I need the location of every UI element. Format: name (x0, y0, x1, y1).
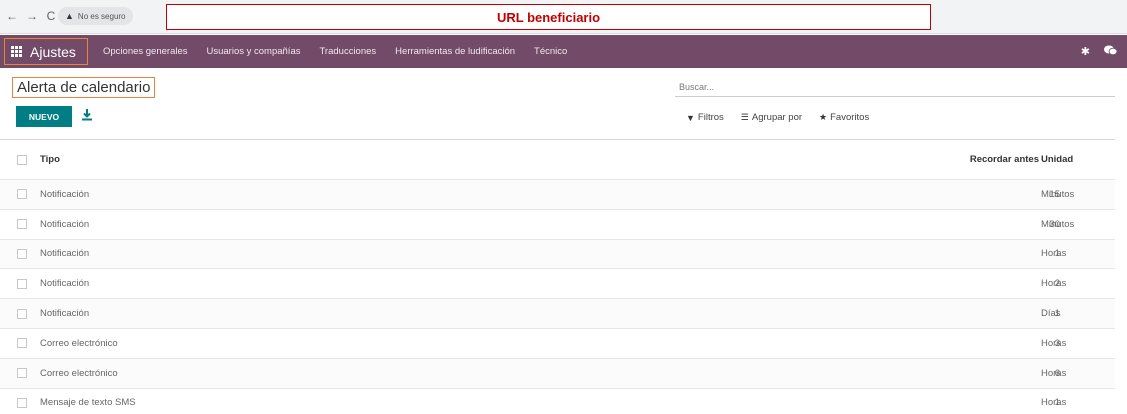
cell-type: Correo electrónico (40, 367, 118, 379)
new-button[interactable]: NUEVO (16, 106, 72, 127)
cell-unit: Horas (1041, 278, 1067, 290)
cell-unit: Minutos (1041, 218, 1075, 230)
table-row[interactable]: Mensaje de texto SMS 1 Horas (0, 387, 1115, 414)
row-checkbox[interactable] (17, 397, 27, 408)
table-row[interactable]: Notificación 1 Días (0, 298, 1115, 328)
top-menu: Opciones generales Usuarios y compañías … (103, 35, 567, 68)
forward-arrow-icon[interactable]: → (26, 9, 38, 23)
security-indicator[interactable]: ▲ No es seguro (58, 7, 133, 25)
menu-item-technical[interactable]: Técnico (534, 46, 567, 57)
cell-type: Notificación (40, 278, 90, 290)
table-row[interactable]: Notificación 15 Minutos (0, 179, 1115, 209)
filters-label: Filtros (697, 112, 724, 123)
search-input[interactable] (675, 77, 1115, 97)
app-switcher[interactable]: Ajustes (4, 38, 88, 65)
cell-unit: Minutos (1041, 188, 1075, 200)
row-checkbox[interactable] (17, 278, 27, 289)
menu-item-users-companies[interactable]: Usuarios y compañías (207, 46, 301, 57)
group-by-toggle[interactable]: ☰ Agrupar por (741, 112, 802, 123)
row-checkbox[interactable] (17, 248, 27, 259)
cell-unit: Horas (1041, 397, 1067, 409)
cell-type: Notificación (40, 218, 90, 230)
select-all-checkbox[interactable] (17, 154, 27, 165)
address-bar[interactable]: URL beneficiario (166, 4, 931, 30)
table-row[interactable]: Notificación 1 Horas (0, 238, 1115, 269)
favorites-toggle[interactable]: ★ Favoritos (819, 112, 869, 123)
url-annotation-label: URL beneficiario (496, 9, 601, 25)
cell-unit: Días (1041, 308, 1061, 320)
back-arrow-icon[interactable]: ← (6, 9, 18, 23)
filters-toggle[interactable]: ▼ Filtros (686, 112, 724, 123)
column-header-unit[interactable]: Unidad (1041, 154, 1073, 165)
navbar-systray: ✱ (1081, 45, 1118, 59)
cell-type: Notificación (40, 188, 90, 200)
menu-item-translations[interactable]: Traducciones (319, 46, 376, 57)
layers-icon: ☰ (740, 112, 749, 122)
row-checkbox[interactable] (17, 219, 27, 230)
main-navbar: Ajustes Opciones generales Usuarios y co… (0, 35, 1127, 68)
menu-item-gamification-tools[interactable]: Herramientas de ludificación (395, 46, 515, 57)
cell-type: Notificación (40, 248, 90, 260)
menu-item-general-settings[interactable]: Opciones generales (103, 46, 188, 57)
table-row[interactable]: Correo electrónico 6 Horas (0, 357, 1115, 388)
browser-toolbar: ← → C ▲ No es seguro URL beneficiario (0, 0, 1127, 34)
row-checkbox[interactable] (17, 189, 27, 200)
warning-triangle-icon: ▲ (65, 11, 74, 21)
funnel-icon: ▼ (686, 112, 695, 123)
search-options: ▼ Filtros ☰ Agrupar por ★ Favoritos (686, 112, 869, 123)
cell-unit: Horas (1041, 367, 1067, 379)
table-row[interactable]: Notificación 30 Minutos (0, 208, 1115, 239)
table-row[interactable]: Notificación 2 Horas (0, 268, 1115, 298)
star-icon: ★ (819, 112, 828, 122)
cell-type: Mensaje de texto SMS (40, 397, 136, 409)
group-by-label: Agrupar por (751, 112, 803, 123)
table-header: Tipo Recordar antes Unidad (0, 139, 1115, 179)
bug-icon[interactable]: ✱ (1081, 45, 1090, 59)
app-name[interactable]: Ajustes (30, 44, 76, 60)
favorites-label: Favoritos (830, 112, 870, 123)
cell-unit: Horas (1041, 337, 1067, 349)
column-header-type[interactable]: Tipo (40, 154, 60, 165)
chat-icon[interactable] (1104, 45, 1118, 59)
page-title: Alerta de calendario (12, 77, 156, 98)
row-checkbox[interactable] (17, 338, 27, 349)
cell-type: Notificación (40, 308, 90, 320)
cell-type: Correo electrónico (40, 337, 118, 349)
cell-unit: Horas (1041, 248, 1067, 260)
table-row[interactable]: Correo electrónico 3 Horas (0, 327, 1115, 358)
row-checkbox[interactable] (17, 308, 27, 319)
browser-nav: ← → C (6, 9, 56, 23)
alarm-list: Tipo Recordar antes Unidad Notificación … (0, 139, 1115, 414)
security-text: No es seguro (77, 11, 126, 21)
reload-icon[interactable]: C (46, 9, 56, 23)
column-header-remind-before[interactable]: Recordar antes (970, 154, 1039, 165)
download-icon[interactable] (81, 108, 93, 122)
row-checkbox[interactable] (17, 368, 27, 379)
apps-grid-icon[interactable] (11, 46, 22, 57)
